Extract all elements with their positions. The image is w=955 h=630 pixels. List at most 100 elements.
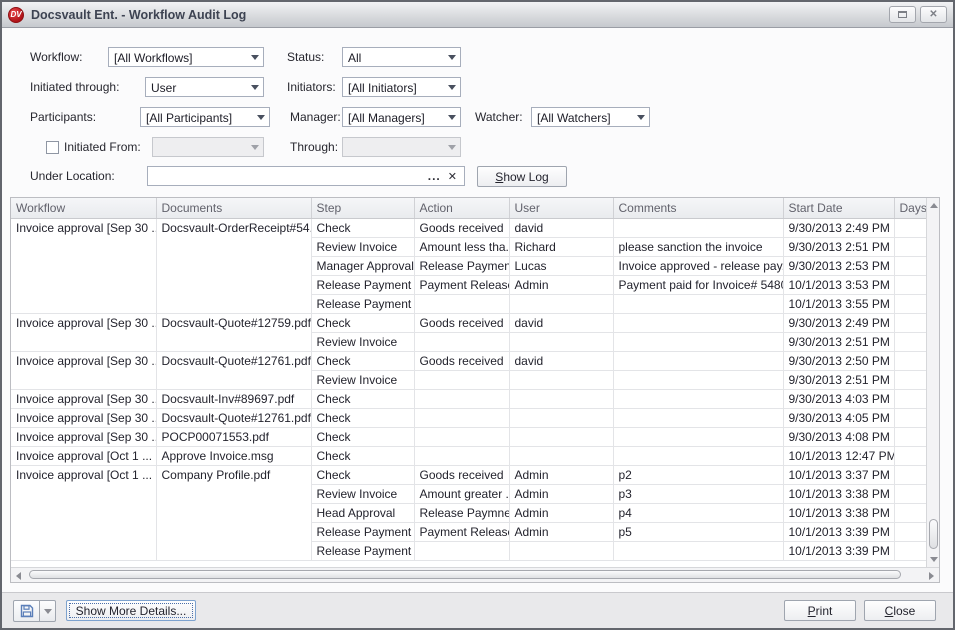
- cell-step[interactable]: Head Approval: [311, 503, 414, 522]
- cell-step[interactable]: Release Payment: [311, 294, 414, 313]
- cell-document[interactable]: Docsvault-Quote#12761.pdf: [156, 351, 311, 389]
- cell-step[interactable]: Check: [311, 465, 414, 484]
- cell-start-date[interactable]: 9/30/2013 4:05 PM: [783, 408, 894, 427]
- column-header-days[interactable]: Days: [894, 198, 926, 218]
- cell-user[interactable]: david: [509, 351, 613, 370]
- cell-document[interactable]: Docsvault-Quote#12761.pdf: [156, 408, 311, 427]
- cell-action[interactable]: Goods received: [414, 313, 509, 332]
- table-row[interactable]: Invoice approval [Sep 30 ...Docsvault-Qu…: [11, 351, 926, 370]
- cell-start-date[interactable]: 10/1/2013 3:39 PM: [783, 541, 894, 560]
- horizontal-scroll-thumb[interactable]: [29, 570, 901, 579]
- show-log-button[interactable]: Show Log: [477, 166, 567, 187]
- initiators-select[interactable]: [All Initiators]: [342, 77, 461, 97]
- cell-days[interactable]: [894, 218, 926, 237]
- cell-workflow[interactable]: Invoice approval [Sep 30 ...: [11, 427, 156, 446]
- browse-ellipsis-button[interactable]: ...: [424, 169, 445, 183]
- table-row[interactable]: Invoice approval [Sep 30 ...POCP00071553…: [11, 427, 926, 446]
- cell-step[interactable]: Check: [311, 427, 414, 446]
- close-button[interactable]: Close: [864, 600, 936, 621]
- cell-step[interactable]: Release Payment: [311, 541, 414, 560]
- table-row[interactable]: Invoice approval [Oct 1 ...Approve Invoi…: [11, 446, 926, 465]
- cell-comments[interactable]: [613, 389, 783, 408]
- column-header-action[interactable]: Action: [414, 198, 509, 218]
- cell-comments[interactable]: [613, 294, 783, 313]
- cell-user[interactable]: Admin: [509, 465, 613, 484]
- cell-start-date[interactable]: 9/30/2013 2:49 PM: [783, 313, 894, 332]
- column-header-step[interactable]: Step: [311, 198, 414, 218]
- vertical-scrollbar[interactable]: [926, 198, 939, 567]
- column-header-documents[interactable]: Documents: [156, 198, 311, 218]
- scroll-right-button[interactable]: [924, 568, 939, 583]
- initiated-through-select[interactable]: User: [145, 77, 264, 97]
- cell-action[interactable]: [414, 408, 509, 427]
- cell-comments[interactable]: [613, 370, 783, 389]
- cell-user[interactable]: [509, 446, 613, 465]
- cell-days[interactable]: [894, 522, 926, 541]
- cell-step[interactable]: Release Payment: [311, 275, 414, 294]
- save-split-button[interactable]: [13, 600, 56, 622]
- cell-workflow[interactable]: Invoice approval [Sep 30 ...: [11, 218, 156, 313]
- cell-action[interactable]: Goods received: [414, 218, 509, 237]
- cell-action[interactable]: Release Payment: [414, 256, 509, 275]
- cell-start-date[interactable]: 10/1/2013 3:53 PM: [783, 275, 894, 294]
- cell-comments[interactable]: [613, 332, 783, 351]
- cell-user[interactable]: [509, 294, 613, 313]
- cell-comments[interactable]: [613, 351, 783, 370]
- cell-comments[interactable]: Payment paid for Invoice# 54805: [613, 275, 783, 294]
- cell-comments[interactable]: Invoice approved - release pay...: [613, 256, 783, 275]
- scroll-up-button[interactable]: [927, 198, 940, 213]
- cell-comments[interactable]: [613, 446, 783, 465]
- cell-step[interactable]: Check: [311, 389, 414, 408]
- cell-step[interactable]: Review Invoice: [311, 237, 414, 256]
- column-header-start-date[interactable]: Start Date: [783, 198, 894, 218]
- cell-comments[interactable]: please sanction the invoice: [613, 237, 783, 256]
- clear-location-button[interactable]: ✕: [445, 170, 464, 183]
- cell-user[interactable]: [509, 427, 613, 446]
- cell-start-date[interactable]: 9/30/2013 2:51 PM: [783, 370, 894, 389]
- cell-comments[interactable]: [613, 541, 783, 560]
- cell-document[interactable]: POCP00071553.pdf: [156, 427, 311, 446]
- cell-action[interactable]: Payment Released: [414, 275, 509, 294]
- cell-action[interactable]: Amount less tha...: [414, 237, 509, 256]
- cell-user[interactable]: [509, 332, 613, 351]
- cell-workflow[interactable]: Invoice approval [Oct 1 ...: [11, 446, 156, 465]
- cell-start-date[interactable]: 9/30/2013 2:50 PM: [783, 351, 894, 370]
- cell-days[interactable]: [894, 541, 926, 560]
- cell-start-date[interactable]: 10/1/2013 3:38 PM: [783, 484, 894, 503]
- cell-days[interactable]: [894, 351, 926, 370]
- cell-days[interactable]: [894, 237, 926, 256]
- cell-start-date[interactable]: 10/1/2013 3:38 PM: [783, 503, 894, 522]
- cell-workflow[interactable]: Invoice approval [Sep 30 ...: [11, 389, 156, 408]
- cell-action[interactable]: Amount greater ...: [414, 484, 509, 503]
- table-row[interactable]: Invoice approval [Sep 30 ...Docsvault-In…: [11, 389, 926, 408]
- cell-days[interactable]: [894, 275, 926, 294]
- cell-step[interactable]: Check: [311, 446, 414, 465]
- cell-step[interactable]: Check: [311, 218, 414, 237]
- cell-start-date[interactable]: 10/1/2013 3:55 PM: [783, 294, 894, 313]
- cell-step[interactable]: Review Invoice: [311, 332, 414, 351]
- cell-comments[interactable]: [613, 427, 783, 446]
- print-button[interactable]: Print: [784, 600, 856, 621]
- cell-step[interactable]: Check: [311, 351, 414, 370]
- column-header-workflow[interactable]: Workflow: [11, 198, 156, 218]
- cell-user[interactable]: Admin: [509, 522, 613, 541]
- cell-comments[interactable]: p3: [613, 484, 783, 503]
- show-more-details-button[interactable]: Show More Details...: [66, 600, 196, 621]
- cell-action[interactable]: Goods received: [414, 465, 509, 484]
- cell-days[interactable]: [894, 256, 926, 275]
- cell-comments[interactable]: [613, 313, 783, 332]
- table-row[interactable]: Invoice approval [Oct 1 ...Company Profi…: [11, 465, 926, 484]
- cell-workflow[interactable]: Invoice approval [Oct 1 ...: [11, 465, 156, 560]
- cell-days[interactable]: [894, 465, 926, 484]
- cell-action[interactable]: [414, 446, 509, 465]
- cell-action[interactable]: [414, 427, 509, 446]
- cell-document[interactable]: Docsvault-Quote#12759.pdf: [156, 313, 311, 351]
- cell-days[interactable]: [894, 389, 926, 408]
- cell-days[interactable]: [894, 446, 926, 465]
- cell-start-date[interactable]: 9/30/2013 2:51 PM: [783, 332, 894, 351]
- cell-start-date[interactable]: 9/30/2013 4:03 PM: [783, 389, 894, 408]
- cell-comments[interactable]: p4: [613, 503, 783, 522]
- cell-start-date[interactable]: 9/30/2013 4:08 PM: [783, 427, 894, 446]
- save-dropdown-button[interactable]: [40, 600, 56, 622]
- cell-start-date[interactable]: 10/1/2013 3:39 PM: [783, 522, 894, 541]
